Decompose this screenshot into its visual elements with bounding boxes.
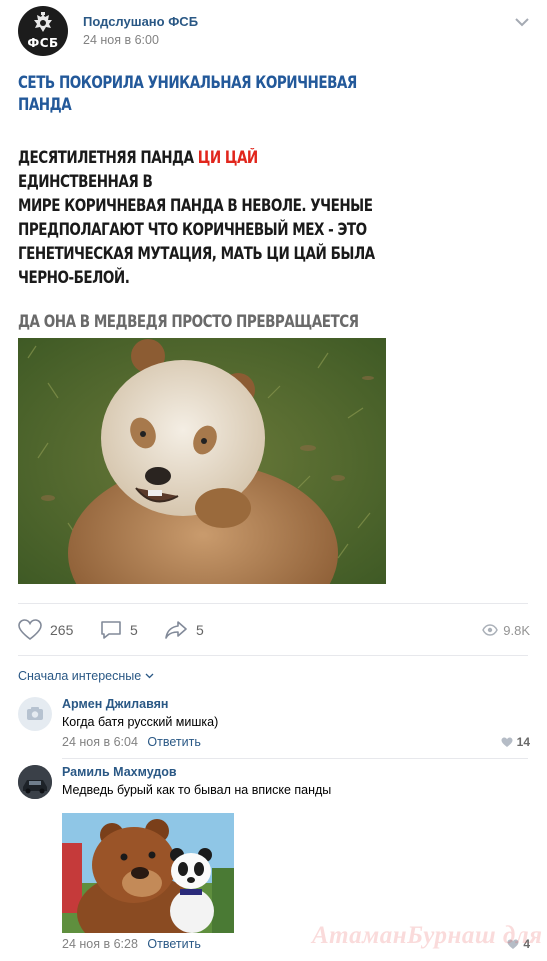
eye-icon	[482, 624, 499, 636]
comment-meta: 24 ноя в 6:28 Ответить	[62, 937, 201, 951]
post-header: ФСБ Подслушано ФСБ 24 ноя в 6:00	[18, 6, 530, 56]
sort-label: Сначала интересные	[18, 669, 142, 683]
commenter-avatar[interactable]	[18, 765, 52, 799]
chevron-down-icon	[145, 673, 154, 679]
meme-body: Десятилетняя панда Ци Цай единственная в…	[18, 146, 379, 290]
share-count: 5	[196, 622, 204, 638]
like-button[interactable]: 265	[18, 614, 73, 646]
comment-count: 5	[130, 622, 138, 638]
comment-like-count: 14	[516, 735, 530, 749]
meme-title: Сеть покорила уникальная коричневая панд…	[18, 72, 379, 116]
camera-icon	[27, 707, 43, 720]
like-count: 265	[50, 622, 74, 638]
commenter-name[interactable]: Рамиль Махмудов	[62, 765, 177, 779]
heart-icon	[18, 619, 42, 641]
comment-text: Когда батя русский мишка)	[62, 715, 219, 729]
comments-sort-dropdown[interactable]: Сначала интересные	[18, 669, 154, 683]
share-button[interactable]: 5	[164, 614, 204, 646]
meme-image-text: Сеть покорила уникальная коричневая панд…	[18, 72, 388, 331]
post-actions-bar: 265 5 5 9.8K	[18, 614, 530, 646]
comment-divider	[62, 758, 528, 759]
post-date[interactable]: 24 ноя в 6:00	[83, 33, 159, 47]
comment-item: Армен Джилавян Когда батя русский мишка)…	[18, 697, 530, 757]
meme-title-line: Сеть покорила уникальная коричневая	[18, 73, 357, 92]
comment-meta: 24 ноя в 6:04 Ответить	[62, 735, 201, 749]
commenter-avatar[interactable]	[18, 697, 52, 731]
comment-button[interactable]: 5	[100, 614, 138, 646]
community-avatar[interactable]: ФСБ	[18, 6, 68, 56]
views-count: 9.8K	[503, 622, 530, 638]
car-photo	[18, 765, 52, 799]
brown-panda-photo[interactable]	[18, 338, 386, 584]
meme-body-text: единственная в	[18, 172, 153, 191]
meme-subcaption: Да она в медведя просто превращается	[18, 312, 359, 331]
heart-icon	[501, 737, 513, 747]
masha-bear-cartoon-image[interactable]	[62, 813, 234, 933]
chevron-down-icon[interactable]	[514, 16, 530, 28]
commenter-name[interactable]: Армен Джилавян	[62, 697, 168, 711]
reply-button[interactable]: Ответить	[147, 937, 200, 951]
meme-body-text: мире коричневая панда в неволе. Ученые	[18, 196, 373, 215]
reply-button[interactable]: Ответить	[147, 735, 200, 749]
meme-title-line: панда	[18, 95, 72, 114]
comment-like-button[interactable]: 14	[501, 735, 530, 749]
comment-date[interactable]: 24 ноя в 6:04	[62, 735, 138, 749]
comment-icon	[101, 621, 121, 639]
views-counter: 9.8K	[482, 614, 530, 646]
post-divider	[18, 603, 528, 604]
watermark-text: АтаманБурнаш для ЛП	[312, 922, 547, 949]
meme-highlight-name: Ци Цай	[197, 148, 258, 167]
meme-body-text: черно-белой.	[18, 268, 130, 287]
meme-body-text: генетическая мутация, мать Ци Цай была	[18, 244, 375, 263]
share-icon	[165, 621, 187, 639]
avatar-label: ФСБ	[27, 36, 59, 50]
post-author[interactable]: Подслушано ФСБ	[83, 14, 198, 29]
meme-body-text: предполагают что коричневый мех - это	[18, 220, 367, 239]
comment-text: Медведь бурый как то бывал на вписке пан…	[62, 783, 332, 797]
comment-date[interactable]: 24 ноя в 6:28	[62, 937, 138, 951]
meme-body-text: Десятилетняя панда	[18, 148, 198, 167]
fsb-emblem-icon	[34, 12, 52, 32]
comments-divider	[18, 655, 528, 656]
